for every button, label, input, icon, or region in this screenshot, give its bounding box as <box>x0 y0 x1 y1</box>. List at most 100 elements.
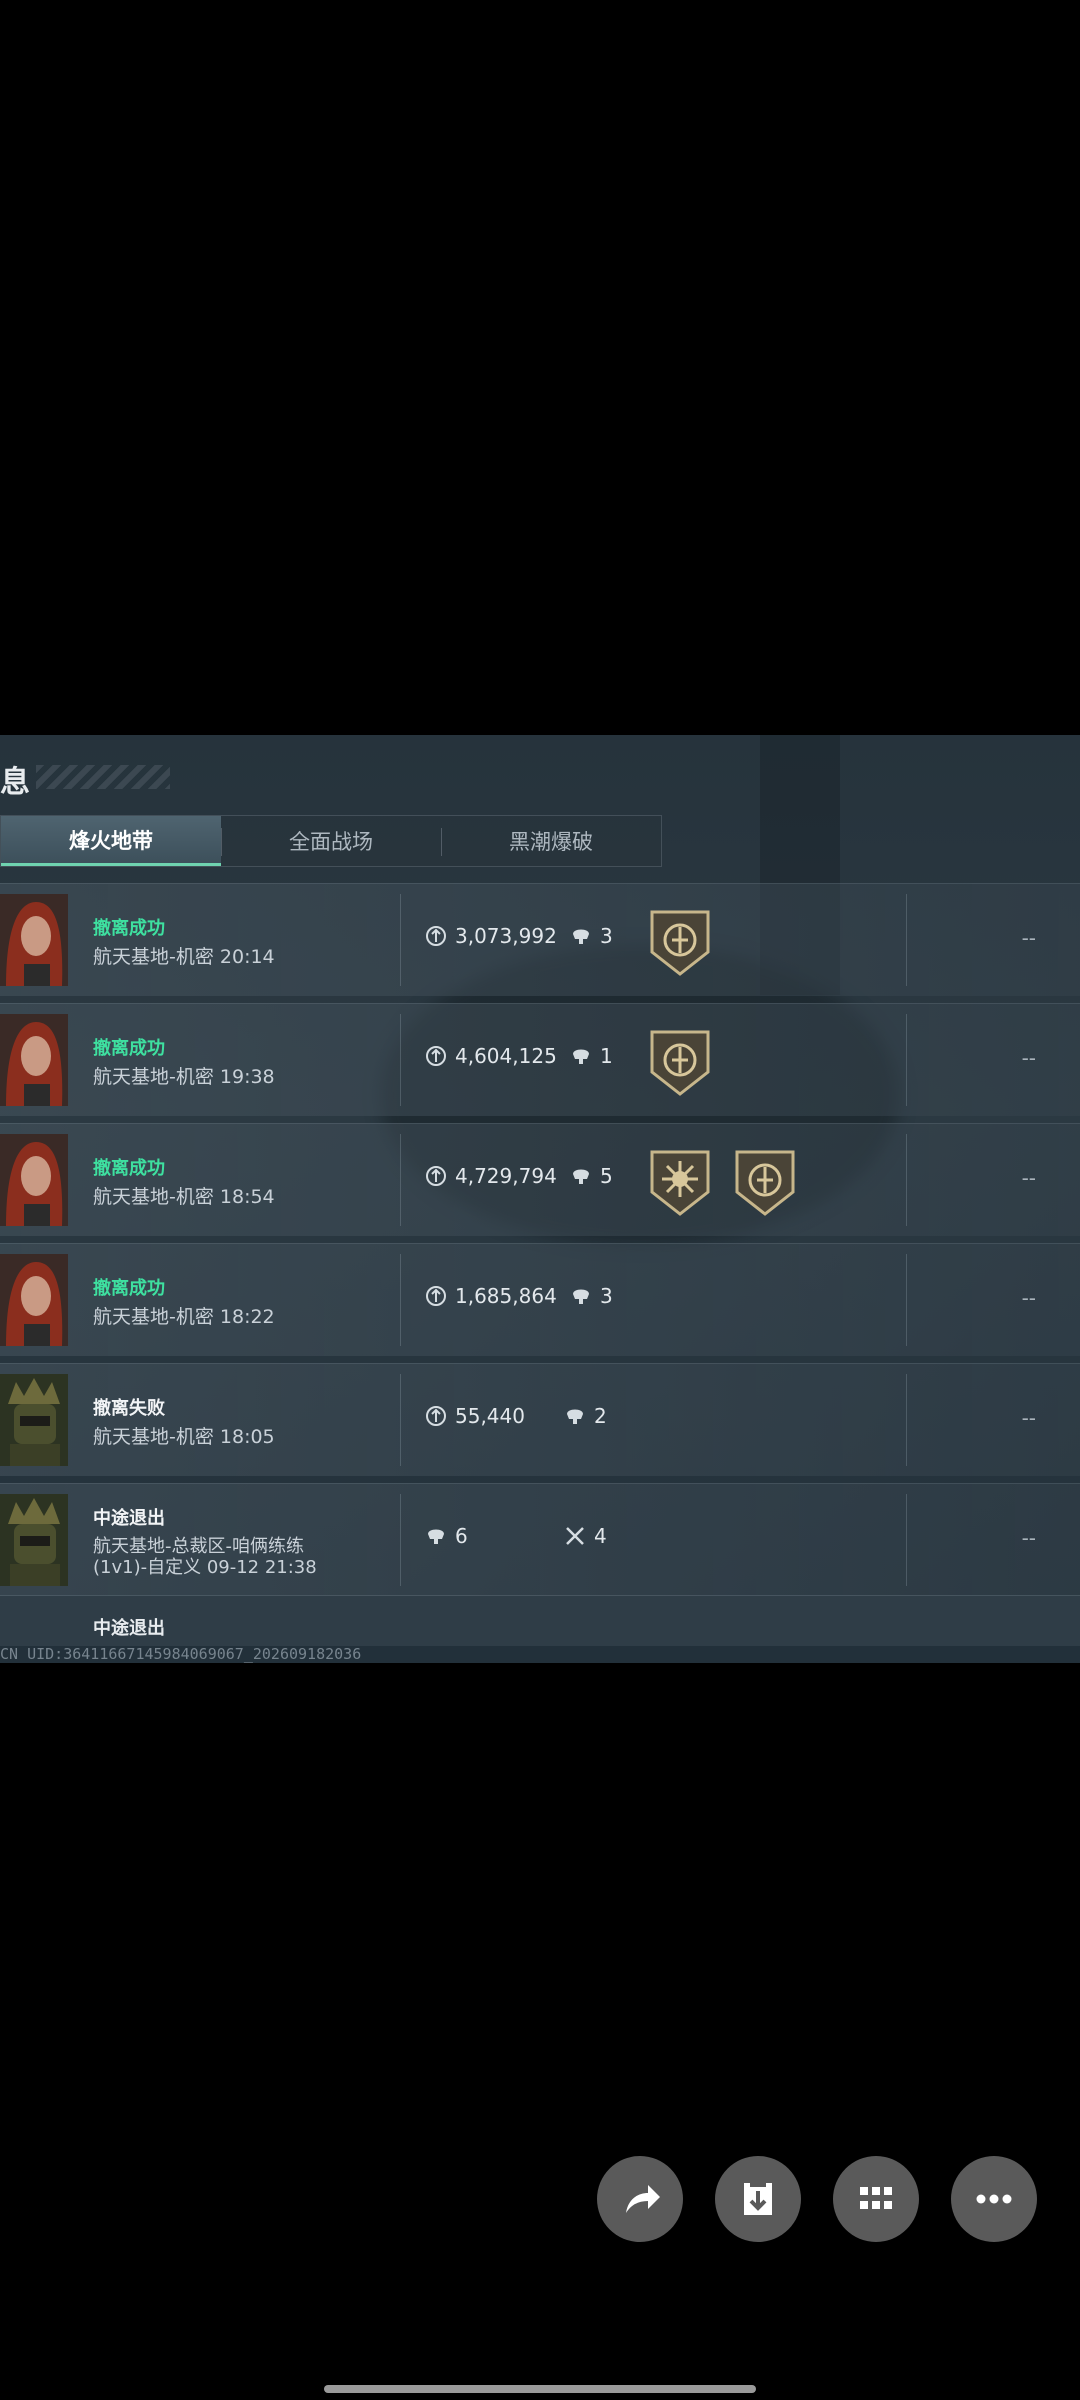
column-divider <box>400 894 401 986</box>
avatar-female-operator <box>0 1254 68 1346</box>
coin-icon <box>426 1166 446 1186</box>
value-amount: 4,729,794 <box>455 1164 557 1188</box>
kills-count: 3 <box>600 1284 613 1308</box>
extra-info: -- <box>1021 1526 1036 1550</box>
value-stat: 55,440 <box>425 1404 525 1428</box>
column-divider <box>400 1254 401 1346</box>
extra-info: -- <box>1021 1286 1036 1310</box>
value-amount: 1,685,864 <box>455 1284 557 1308</box>
value-amount: 4,604,125 <box>455 1044 557 1068</box>
skull-icon <box>428 1529 444 1544</box>
skull-icon <box>573 929 589 944</box>
share-icon <box>626 2185 660 2213</box>
skull-icon <box>573 1289 589 1304</box>
extra-info: -- <box>1021 1166 1036 1190</box>
extra-info: -- <box>1021 1046 1036 1070</box>
map-time: 航天基地-机密 18:05 <box>93 1426 275 1448</box>
download-button[interactable] <box>715 2156 801 2242</box>
kills-stat: 3 <box>570 1284 613 1308</box>
match-row[interactable]: 撤离成功 航天基地-机密 19:38 4,604,125 1 -- <box>0 1003 1080 1116</box>
screen-title: 息 <box>0 765 30 800</box>
match-row-partial[interactable]: 中途退出 <box>0 1595 1080 1646</box>
kills-count: 1 <box>600 1044 613 1068</box>
kills-count: 5 <box>600 1164 613 1188</box>
kills-count: 6 <box>455 1524 468 1548</box>
value-stat: 4,729,794 <box>425 1164 557 1188</box>
coin-icon <box>426 1286 446 1306</box>
column-divider <box>400 1134 401 1226</box>
coin-icon <box>426 926 446 946</box>
match-row[interactable]: 撤离失败 航天基地-机密 18:05 55,440 2 -- <box>0 1363 1080 1476</box>
avatar-armored-operator <box>0 1494 68 1586</box>
value-stat: 1,685,864 <box>425 1284 557 1308</box>
kills-count: 2 <box>594 1404 607 1428</box>
column-divider <box>906 1374 907 1466</box>
column-divider <box>906 1494 907 1586</box>
status-label: 撤离成功 <box>93 1278 165 1299</box>
apps-icon <box>860 2187 892 2209</box>
map-time: 航天基地-机密 19:38 <box>93 1066 275 1088</box>
status-label: 撤离失败 <box>93 1398 165 1419</box>
value-amount: 3,073,992 <box>455 924 557 948</box>
kills-count: 3 <box>600 924 613 948</box>
value-stat: 4,604,125 <box>425 1044 557 1068</box>
map-line-2: (1v1)-自定义 09-12 21:38 <box>93 1557 317 1578</box>
more-button[interactable] <box>951 2156 1037 2242</box>
extra-info: -- <box>1021 1406 1036 1430</box>
medal-icon[interactable] <box>646 906 714 978</box>
match-list: 撤离成功 航天基地-机密 20:14 3,073,992 3 -- 撤离成功 航… <box>0 883 1080 1603</box>
download-icon <box>744 2183 772 2215</box>
skull-icon <box>573 1169 589 1184</box>
avatar-female-operator <box>0 1134 68 1226</box>
map-time: 航天基地-机密 18:54 <box>93 1186 275 1208</box>
column-divider <box>400 1494 401 1586</box>
skull-icon <box>573 1049 589 1064</box>
game-screenshot: 息 烽火地带 全面战场 黑潮爆破 撤离成功 航天基地-机密 20:14 3,07… <box>0 735 1080 1663</box>
crossed-swords-icon <box>566 1527 584 1545</box>
value-stat: 3,073,992 <box>425 924 557 948</box>
match-row[interactable]: 撤离成功 航天基地-机密 18:54 4,729,794 5 -- <box>0 1123 1080 1236</box>
status-label: 撤离成功 <box>93 1038 165 1059</box>
home-indicator[interactable] <box>324 2385 756 2393</box>
title-decoration <box>36 765 170 789</box>
skull-icon <box>567 1409 583 1424</box>
value-amount: 55,440 <box>455 1404 525 1428</box>
kills-stat: 2 <box>564 1404 607 1428</box>
medal-icon[interactable] <box>646 1026 714 1098</box>
sun-medal-icon[interactable] <box>646 1146 714 1218</box>
column-divider <box>906 894 907 986</box>
extra-info: -- <box>1021 926 1036 950</box>
kills-stat: 3 <box>570 924 613 948</box>
match-row[interactable]: 撤离成功 航天基地-机密 18:22 1,685,864 3 -- <box>0 1243 1080 1356</box>
coin-icon <box>426 1046 446 1066</box>
coin-icon <box>426 1406 446 1426</box>
map-time: 航天基地-机密 18:22 <box>93 1306 275 1328</box>
share-button[interactable] <box>597 2156 683 2242</box>
status-label: 撤离成功 <box>93 918 165 939</box>
avatar-armored-operator <box>0 1374 68 1466</box>
column-divider <box>906 1254 907 1346</box>
status-label: 中途退出 <box>93 1508 165 1529</box>
avatar-female-operator <box>0 1014 68 1106</box>
more-icon <box>976 2194 1012 2204</box>
map-time: 航天基地-总裁区-咱俩练练 (1v1)-自定义 09-12 21:38 <box>93 1536 393 1578</box>
apps-button[interactable] <box>833 2156 919 2242</box>
medal-icon[interactable] <box>731 1146 799 1218</box>
kills-stat: 5 <box>570 1164 613 1188</box>
match-row[interactable]: 中途退出 航天基地-总裁区-咱俩练练 (1v1)-自定义 09-12 21:38… <box>0 1483 1080 1596</box>
avatar-female-operator <box>0 894 68 986</box>
assists-stat: 4 <box>564 1524 607 1548</box>
kills-stat: 1 <box>570 1044 613 1068</box>
column-divider <box>906 1134 907 1226</box>
status-label: 中途退出 <box>93 1618 165 1639</box>
column-divider <box>906 1014 907 1106</box>
status-label: 撤离成功 <box>93 1158 165 1179</box>
kills-stat: 6 <box>425 1524 468 1548</box>
tab-feng-huo[interactable]: 烽火地带 <box>1 816 221 866</box>
column-divider <box>400 1374 401 1466</box>
tab-hei-chao[interactable]: 黑潮爆破 <box>441 816 661 866</box>
map-line-1: 航天基地-总裁区-咱俩练练 <box>93 1536 304 1557</box>
tab-quan-mian[interactable]: 全面战场 <box>221 816 441 866</box>
match-row[interactable]: 撤离成功 航天基地-机密 20:14 3,073,992 3 -- <box>0 883 1080 996</box>
assists-count: 4 <box>594 1524 607 1548</box>
